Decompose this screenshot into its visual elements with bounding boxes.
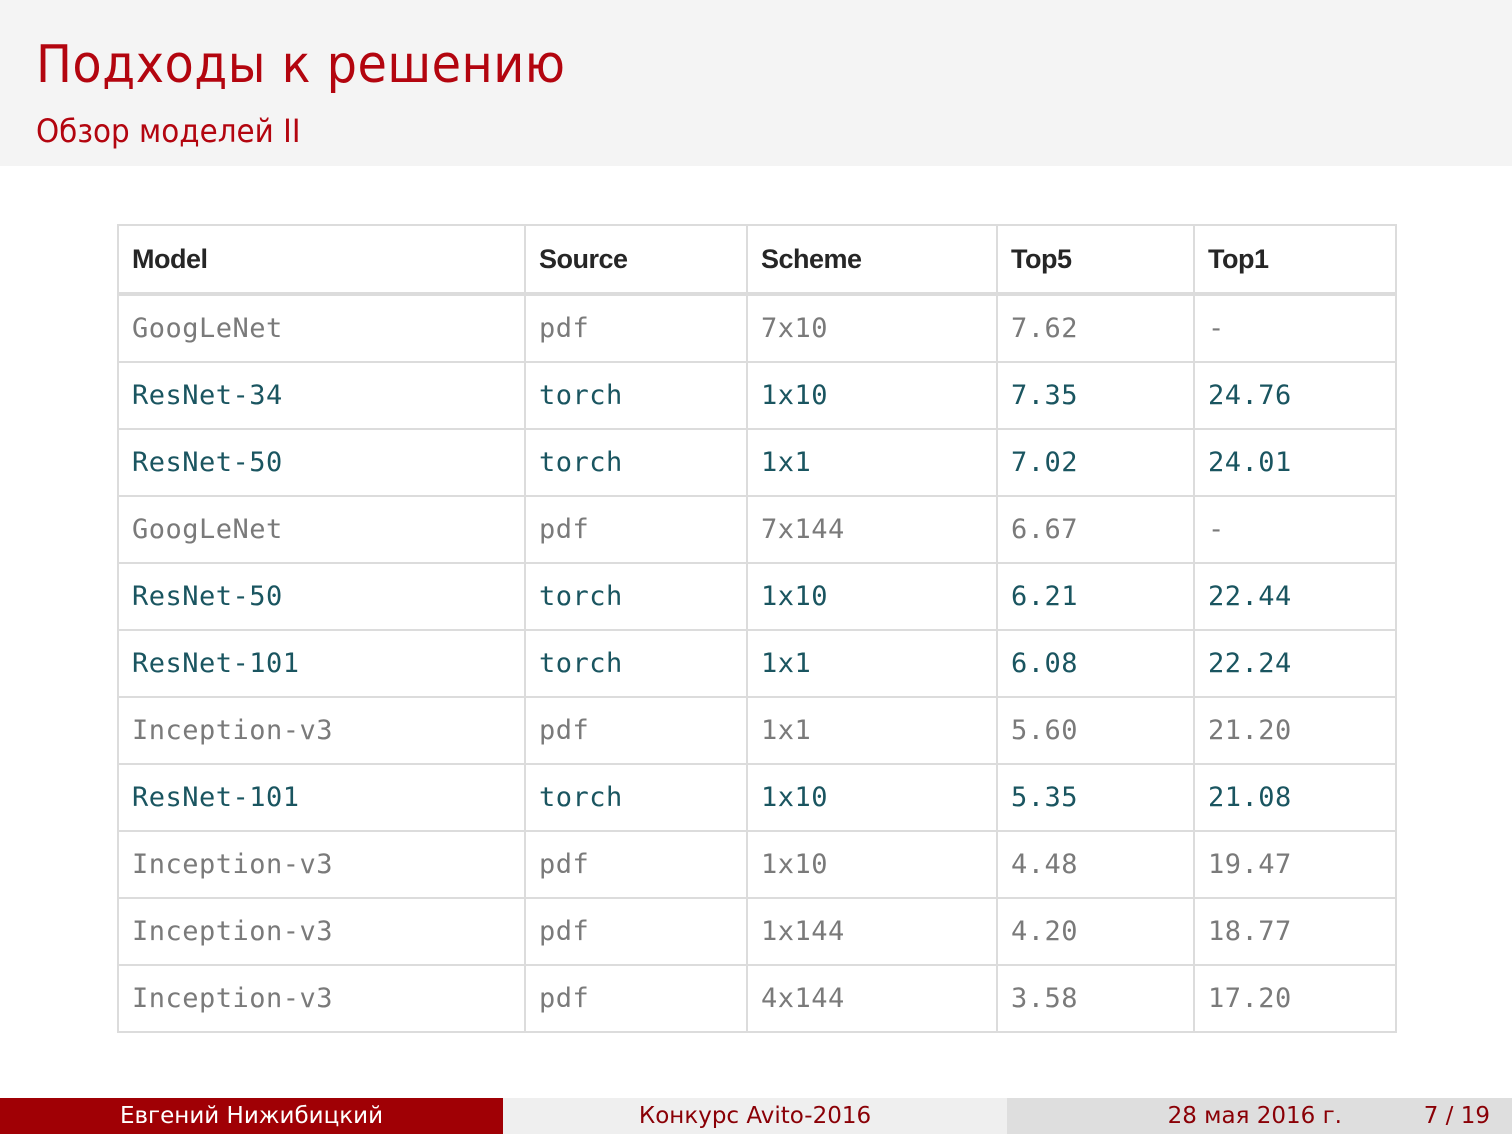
cell-source: pdf <box>524 293 748 363</box>
header-model: Model <box>117 224 526 296</box>
cell-model: Inception-v3 <box>117 964 526 1033</box>
cell-top5: 3.58 <box>996 964 1195 1033</box>
cell-top5: 6.21 <box>996 562 1195 631</box>
table-row: Inception-v3 pdf 1x1 5.60 21.20 <box>117 696 1397 765</box>
table-row: Inception-v3 pdf 4x144 3.58 17.20 <box>117 964 1397 1033</box>
header-scheme: Scheme <box>746 224 998 296</box>
table-row: ResNet-101 torch 1x1 6.08 22.24 <box>117 629 1397 698</box>
table-header-row: Model Source Scheme Top5 Top1 <box>117 224 1397 296</box>
cell-top1: 17.20 <box>1193 964 1397 1033</box>
cell-top5: 7.35 <box>996 361 1195 430</box>
cell-top5: 7.02 <box>996 428 1195 497</box>
header-top5: Top5 <box>996 224 1195 296</box>
cell-top5: 6.67 <box>996 495 1195 564</box>
cell-top1: 18.77 <box>1193 897 1397 966</box>
cell-source: pdf <box>524 964 748 1033</box>
table-row: GoogLeNet pdf 7x144 6.67- <box>117 495 1397 564</box>
cell-scheme: 1x1 <box>746 696 998 765</box>
cell-source: torch <box>524 361 748 430</box>
cell-scheme: 7x10 <box>746 293 998 363</box>
cell-scheme: 1x144 <box>746 897 998 966</box>
cell-model: ResNet-101 <box>117 629 526 698</box>
cell-top1: - <box>1193 495 1397 564</box>
cell-top1: 22.24 <box>1193 629 1397 698</box>
cell-model: ResNet-50 <box>117 562 526 631</box>
cell-top5: 4.48 <box>996 830 1195 899</box>
cell-scheme: 1x1 <box>746 629 998 698</box>
cell-model: Inception-v3 <box>117 830 526 899</box>
cell-model: Inception-v3 <box>117 897 526 966</box>
cell-top1: 22.44 <box>1193 562 1397 631</box>
cell-top5: 4.20 <box>996 897 1195 966</box>
cell-scheme: 7x144 <box>746 495 998 564</box>
cell-top1: 21.20 <box>1193 696 1397 765</box>
cell-model: GoogLeNet <box>117 495 526 564</box>
cell-source: pdf <box>524 897 748 966</box>
cell-model: Inception-v3 <box>117 696 526 765</box>
cell-scheme: 1x10 <box>746 562 998 631</box>
cell-top5: 5.60 <box>996 696 1195 765</box>
table-body: GoogLeNet pdf 7x10 7.62- ResNet-34 torch 1x10 7… <box>117 293 1397 1033</box>
table-row: ResNet-101 torch 1x10 5.35 21.08 <box>117 763 1397 832</box>
cell-source: torch <box>524 763 748 832</box>
cell-top5: 7.62 <box>996 293 1195 363</box>
cell-source: torch <box>524 629 748 698</box>
table-row: Inception-v3 pdf 1x144 4.20 18.77 <box>117 897 1397 966</box>
table-row: GoogLeNet pdf 7x10 7.62- <box>117 293 1397 363</box>
cell-model: ResNet-34 <box>117 361 526 430</box>
footer-author: Евгений Нижибицкий <box>0 1098 503 1134</box>
cell-source: pdf <box>524 830 748 899</box>
slide-footer: Евгений Нижибицкий Конкурс Avito-2016 28… <box>0 1098 1512 1134</box>
cell-scheme: 4x144 <box>746 964 998 1033</box>
cell-scheme: 1x10 <box>746 830 998 899</box>
cell-top5: 6.08 <box>996 629 1195 698</box>
cell-source: pdf <box>524 696 748 765</box>
header-source: Source <box>524 224 748 296</box>
cell-top1: 21.08 <box>1193 763 1397 832</box>
cell-scheme: 1x1 <box>746 428 998 497</box>
footer-right: 28 мая 2016 г. 7 / 19 <box>1007 1098 1512 1134</box>
cell-source: pdf <box>524 495 748 564</box>
slide-subtitle: Обзор моделей II <box>36 112 301 150</box>
footer-date: 28 мая 2016 г. <box>1167 1103 1342 1129</box>
footer-event: Конкурс Avito-2016 <box>503 1098 1007 1134</box>
cell-source: torch <box>524 428 748 497</box>
cell-scheme: 1x10 <box>746 763 998 832</box>
cell-top1: - <box>1193 293 1397 363</box>
cell-top1: 24.76 <box>1193 361 1397 430</box>
cell-source: torch <box>524 562 748 631</box>
table-row: Inception-v3 pdf 1x10 4.48 19.47 <box>117 830 1397 899</box>
cell-model: GoogLeNet <box>117 293 526 363</box>
footer-page-number: 7 / 19 <box>1423 1103 1490 1129</box>
slide-header: Подходы к решению Обзор моделей II <box>0 0 1512 166</box>
cell-top5: 5.35 <box>996 763 1195 832</box>
table-row: ResNet-50 torch 1x10 6.21 22.44 <box>117 562 1397 631</box>
header-top1: Top1 <box>1193 224 1397 296</box>
cell-scheme: 1x10 <box>746 361 998 430</box>
table-row: ResNet-50 torch 1x1 7.02 24.01 <box>117 428 1397 497</box>
models-table-container: Model Source Scheme Top5 Top1 GoogLeNet p… <box>117 224 1397 1033</box>
slide-title: Подходы к решению <box>36 35 566 95</box>
models-table: Model Source Scheme Top5 Top1 GoogLeNet p… <box>117 224 1397 1033</box>
cell-top1: 24.01 <box>1193 428 1397 497</box>
table-row: ResNet-34 torch 1x10 7.35 24.76 <box>117 361 1397 430</box>
cell-top1: 19.47 <box>1193 830 1397 899</box>
cell-model: ResNet-50 <box>117 428 526 497</box>
cell-model: ResNet-101 <box>117 763 526 832</box>
